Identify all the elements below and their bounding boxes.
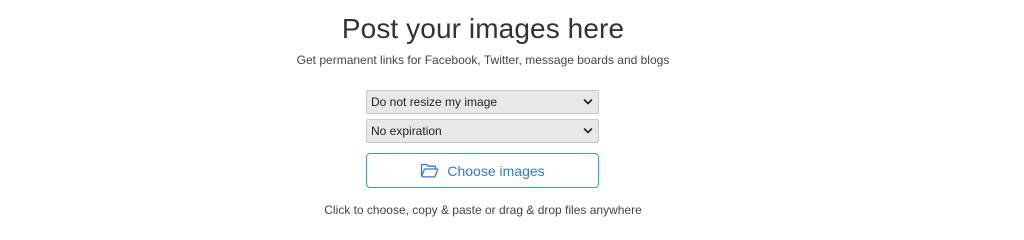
resize-select-value: Do not resize my image (371, 95, 498, 109)
page-title: Post your images here (341, 13, 625, 44)
page-subtitle: Get permanent links for Facebook, Twitte… (296, 53, 670, 67)
expiration-select[interactable]: No expiration (366, 119, 599, 143)
chevron-down-icon (583, 128, 593, 134)
upload-hint: Click to choose, copy & paste or drag & … (324, 203, 642, 217)
choose-images-label: Choose images (447, 162, 545, 179)
folder-open-icon (421, 163, 439, 178)
upload-page: Post your images here Get permanent link… (0, 0, 1024, 237)
resize-select[interactable]: Do not resize my image (366, 90, 599, 114)
chevron-down-icon (583, 99, 593, 105)
choose-images-button[interactable]: Choose images (366, 153, 599, 188)
expiration-select-value: No expiration (371, 124, 442, 138)
